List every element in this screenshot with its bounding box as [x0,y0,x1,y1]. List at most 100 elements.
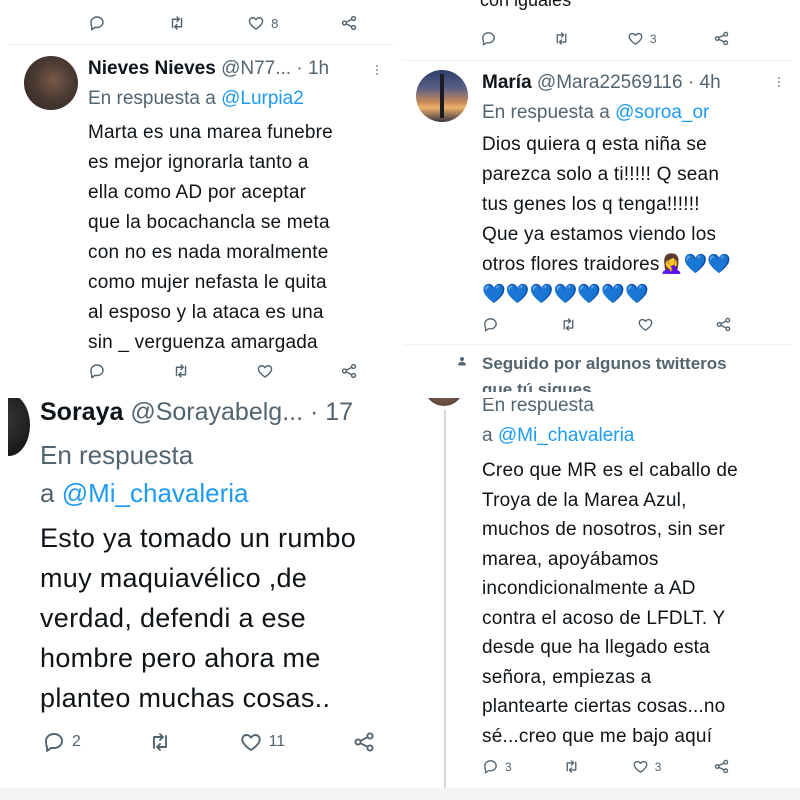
followed-by-text[interactable]: Seguido por algunos twitteros [482,354,727,374]
reply-prefix: En respuesta a [88,88,216,109]
heart-icon [256,362,274,380]
reply-button[interactable] [482,316,499,333]
reply-icon [88,14,106,32]
collage-panel-top-right: con iguales 3 María @Mara22569116 · 4h E… [404,0,792,396]
heart-icon [637,316,654,333]
reply-button[interactable] [88,14,106,32]
retweet-button[interactable] [168,14,186,32]
reply-to-link[interactable]: @Mi_chavaleria [498,425,635,446]
retweet-button[interactable] [560,316,577,333]
reply-icon [480,30,497,47]
avatar[interactable] [416,70,468,122]
timestamp[interactable]: 1h [308,58,329,79]
retweet-icon [563,758,580,775]
more-options-icon[interactable] [370,62,384,83]
avatar[interactable] [24,56,78,110]
avatar-silhouette [440,74,444,118]
share-button[interactable] [713,758,730,775]
share-button[interactable] [352,730,376,754]
heart-icon [627,30,644,47]
reply-to-link[interactable]: @Lurpia2 [221,88,304,109]
tweet-emoji-line-2: 💙💙💙💙💙💙💙 [482,284,650,305]
share-icon [340,14,358,32]
person-icon [456,354,468,373]
author-handle[interactable]: @N77... [221,58,291,79]
tweet-actions [482,316,732,333]
divider [404,60,792,61]
reply-to-link[interactable]: @soroa_or [615,102,709,123]
heart-icon [632,758,649,775]
prev-tweet-actions: 3 [480,30,730,47]
retweet-icon [553,30,570,47]
reply-prefix: En respuesta [482,396,594,416]
like-count: 3 [649,31,657,46]
reply-context: a @Mi_chavaleria [482,424,634,448]
like-button[interactable]: 8 [247,14,278,32]
more-options-icon[interactable] [772,74,786,95]
reply-context: En respuesta a @Lurpia2 [88,88,304,110]
reply-count: 2 [72,733,81,750]
share-icon [352,730,376,754]
reply-count: 3 [505,759,512,774]
author-handle[interactable]: @Mara22569116 [537,72,683,93]
like-count: 3 [654,759,662,774]
separator-dot: · [310,398,319,426]
tweet-header: Soraya @Sorayabelg... · 17 [40,398,353,427]
prev-tweet-actions: 8 [88,14,358,32]
like-count: 8 [271,15,279,31]
tweet-text: Esto ya tomado un rumbo muy maquiavélico… [40,523,357,713]
collage-gutter-vertical [394,0,404,800]
timestamp[interactable]: 4h [700,72,721,93]
tweet-text: Marta es una marea funebre es mejor igno… [88,122,333,353]
retweet-icon [560,316,577,333]
reply-button[interactable] [480,30,497,47]
tweet-actions [88,362,358,380]
share-button[interactable] [340,362,358,380]
author-name[interactable]: Soraya [40,398,123,426]
tweet-header: María @Mara22569116 · 4h [482,72,721,94]
like-button[interactable] [256,362,274,380]
author-handle[interactable]: @Sorayabelg... [130,398,303,426]
timestamp[interactable]: 17 [325,398,353,426]
retweet-icon [172,362,190,380]
tweet-text: Creo que MR es el caballo de Troya de la… [482,460,738,747]
reply-button[interactable]: 3 [482,758,512,775]
like-button[interactable]: 3 [632,758,662,775]
reply-prefix: En respuesta a [482,102,610,123]
heart-icon [247,14,265,32]
collage-panel-top-left: 8 Nieves Nieves @N77... · 1h En respuest… [8,0,394,392]
author-name[interactable]: María [482,72,532,93]
author-name[interactable]: Nieves Nieves [88,58,216,79]
like-button[interactable]: 11 [239,730,286,754]
collage-panel-bottom-right: En respuesta a @Mi_chavaleria Creo que M… [404,396,792,800]
like-count: 11 [268,733,286,750]
retweet-button[interactable] [553,30,570,47]
retweet-icon [168,14,186,32]
retweet-button[interactable] [148,730,172,754]
retweet-button[interactable] [563,758,580,775]
avatar[interactable] [8,396,30,456]
share-button[interactable] [715,316,732,333]
bottom-edge-strip [0,788,800,800]
prev-tweet-text-fragment: con iguales [480,0,572,10]
reply-icon [482,316,499,333]
separator-dot: · [687,72,695,93]
share-button[interactable] [340,14,358,32]
divider [8,44,394,45]
reply-context: En respuesta a @soroa_or [482,102,709,124]
retweet-button[interactable] [172,362,190,380]
reply-to-link[interactable]: @Mi_chavaleria [62,478,249,508]
share-button[interactable] [713,30,730,47]
reply-icon [42,730,66,754]
reply-button[interactable]: 2 [42,730,81,754]
thread-line [444,410,446,800]
share-icon [715,316,732,333]
like-button[interactable] [637,316,654,333]
reply-button[interactable] [88,362,106,380]
tweet-header: Nieves Nieves @N77... · 1h [88,58,329,80]
tweet-actions: 2 11 [42,730,376,754]
tweet-text-block: Dios quiera q esta niña se parezca solo … [482,130,731,310]
share-icon [713,758,730,775]
like-button[interactable]: 3 [627,30,657,47]
reply-prefix: En respuesta [40,440,194,470]
